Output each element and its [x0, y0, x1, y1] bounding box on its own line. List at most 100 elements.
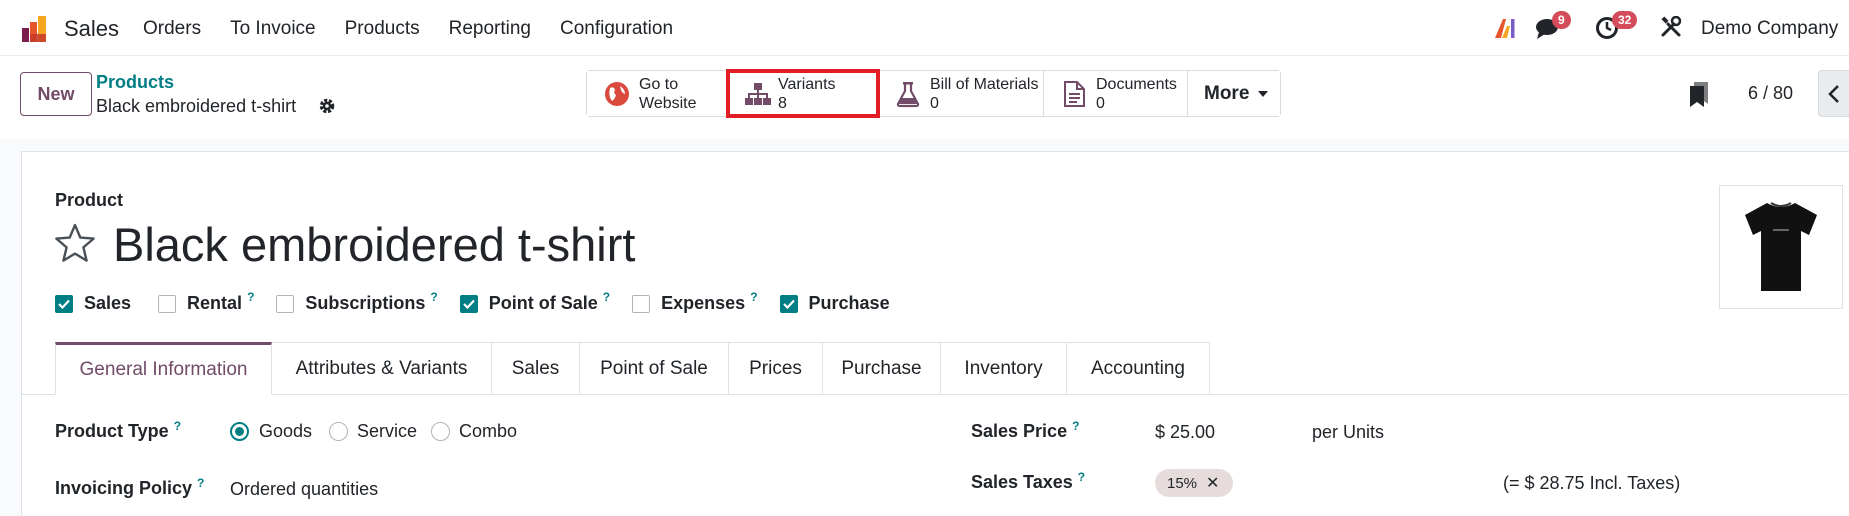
- sales-taxes-label: Sales Taxes?: [971, 470, 1085, 493]
- check-icon: [782, 299, 795, 309]
- tab-point-of-sale[interactable]: Point of Sale: [580, 342, 729, 395]
- bill-of-materials-button[interactable]: Bill of Materials 0: [878, 71, 1044, 116]
- tab-sales[interactable]: Sales: [492, 342, 580, 395]
- documents-button[interactable]: Documents 0: [1044, 71, 1188, 116]
- chat-count-badge: 9: [1552, 11, 1571, 29]
- check-icon: [58, 299, 70, 309]
- sales-price-label-text: Sales Price: [971, 421, 1068, 441]
- star-icon[interactable]: [54, 222, 96, 264]
- sales-taxes-label-text: Sales Taxes: [971, 472, 1073, 492]
- invoicing-policy-label: Invoicing Policy?: [55, 476, 204, 499]
- bookmark-icon[interactable]: [1688, 80, 1710, 108]
- tab-accounting[interactable]: Accounting: [1067, 342, 1210, 395]
- tab-prices[interactable]: Prices: [729, 342, 823, 395]
- top-navbar: Sales Orders To Invoice Products Reporti…: [0, 0, 1849, 56]
- checkbox-rental[interactable]: [158, 294, 177, 313]
- radio-combo-label[interactable]: Combo: [459, 421, 517, 442]
- breadcrumb-products[interactable]: Products: [96, 72, 174, 93]
- tools-icon[interactable]: [1660, 16, 1682, 38]
- invoicing-policy-value[interactable]: Ordered quantities: [230, 479, 378, 500]
- go-to-website-button[interactable]: Go to Website: [587, 71, 728, 116]
- invoicing-policy-label-text: Invoicing Policy: [55, 478, 193, 498]
- new-button[interactable]: New: [20, 72, 92, 116]
- flask-icon: [896, 82, 920, 108]
- smart-buttons: Go to Website Variants 8 Bill of Materia: [586, 69, 1281, 118]
- menu-configuration[interactable]: Configuration: [560, 18, 673, 40]
- more-button[interactable]: More: [1188, 71, 1280, 116]
- variants-count: 8: [778, 95, 787, 112]
- tab-inventory[interactable]: Inventory: [941, 342, 1067, 395]
- chevron-left-icon: [1828, 84, 1839, 103]
- help-invoicing-policy[interactable]: ?: [197, 476, 204, 490]
- remove-tag-icon[interactable]: ✕: [1206, 473, 1219, 493]
- help-sales-taxes[interactable]: ?: [1078, 470, 1085, 484]
- menu-orders[interactable]: Orders: [143, 18, 201, 40]
- option-rental[interactable]: Rental ?: [158, 290, 254, 314]
- product-field-label: Product: [55, 190, 124, 210]
- variants-button[interactable]: Variants 8: [726, 69, 880, 118]
- product-image[interactable]: [1719, 185, 1843, 309]
- option-subscriptions[interactable]: Subscriptions ?: [276, 290, 438, 314]
- more-label: More: [1204, 83, 1250, 104]
- help-rental[interactable]: ?: [247, 290, 254, 304]
- sales-price-unit: per Units: [1312, 422, 1385, 442]
- app-name[interactable]: Sales: [64, 16, 119, 42]
- option-sales[interactable]: Sales: [55, 293, 136, 314]
- company-switcher[interactable]: Demo Company: [1701, 18, 1838, 40]
- documents-count: 0: [1096, 95, 1105, 112]
- radio-service[interactable]: [329, 422, 348, 441]
- incl-taxes-value: (= $ 28.75 Incl. Taxes): [1503, 473, 1681, 493]
- pager-value[interactable]: 6 / 80: [1748, 83, 1793, 104]
- sitemap-icon: [745, 83, 771, 105]
- bom-count: 0: [930, 95, 939, 112]
- tab-purchase[interactable]: Purchase: [823, 342, 941, 395]
- option-subscriptions-label: Subscriptions: [305, 293, 426, 313]
- help-point-of-sale[interactable]: ?: [603, 290, 610, 304]
- option-expenses[interactable]: Expenses ?: [632, 290, 758, 314]
- sales-app-icon[interactable]: [20, 14, 50, 44]
- checkbox-purchase[interactable]: [779, 294, 798, 313]
- radio-service-label[interactable]: Service: [357, 421, 417, 442]
- checkbox-subscriptions[interactable]: [276, 294, 295, 313]
- menu-reporting[interactable]: Reporting: [449, 18, 531, 40]
- checkbox-expenses[interactable]: [632, 294, 651, 313]
- sales-price-label: Sales Price?: [971, 419, 1079, 442]
- check-icon: [462, 299, 475, 309]
- help-product-type[interactable]: ?: [174, 419, 181, 433]
- product-name-input[interactable]: Black embroidered t-shirt: [113, 217, 635, 272]
- radio-combo[interactable]: [431, 422, 450, 441]
- tshirt-image: [1745, 202, 1817, 291]
- option-point-of-sale-label: Point of Sale: [488, 293, 598, 313]
- option-purchase-label: Purchase: [808, 293, 890, 313]
- product-options: Sales Rental ? Subscriptions ? Point of …: [55, 290, 917, 314]
- gear-icon[interactable]: [318, 97, 336, 115]
- pager-previous-button[interactable]: [1818, 70, 1849, 117]
- menu-to-invoice[interactable]: To Invoice: [230, 18, 316, 40]
- radio-goods-label[interactable]: Goods: [259, 421, 312, 442]
- globe-icon: [605, 82, 629, 106]
- product-type-label-text: Product Type: [55, 421, 169, 441]
- help-sales-price[interactable]: ?: [1072, 419, 1079, 433]
- option-purchase[interactable]: Purchase: [779, 293, 895, 314]
- activity-count-badge: 32: [1612, 11, 1638, 29]
- sales-tax-tag-label: 15%: [1167, 474, 1198, 492]
- file-text-icon: [1064, 81, 1085, 107]
- sales-price-input[interactable]: $ 25.00: [1155, 422, 1215, 443]
- bom-label: Bill of Materials: [930, 76, 1039, 93]
- checkbox-sales[interactable]: [55, 294, 73, 313]
- documents-label: Documents: [1096, 76, 1177, 93]
- radio-goods[interactable]: [230, 422, 249, 441]
- option-rental-label: Rental: [187, 293, 243, 313]
- caret-down-icon: [1258, 91, 1268, 97]
- option-point-of-sale[interactable]: Point of Sale ?: [459, 290, 610, 314]
- help-expenses[interactable]: ?: [750, 290, 757, 304]
- tab-attributes-variants[interactable]: Attributes & Variants: [272, 342, 492, 395]
- help-subscriptions[interactable]: ?: [430, 290, 437, 304]
- checkbox-point-of-sale[interactable]: [459, 294, 478, 313]
- sales-tax-tag[interactable]: 15% ✕: [1155, 469, 1233, 497]
- menu-products[interactable]: Products: [345, 18, 420, 40]
- form-sheet: [21, 151, 1849, 516]
- go-to-website-line1: Go to: [639, 76, 679, 93]
- ai-icon[interactable]: [1493, 17, 1517, 39]
- tab-general-information[interactable]: General Information: [55, 342, 272, 395]
